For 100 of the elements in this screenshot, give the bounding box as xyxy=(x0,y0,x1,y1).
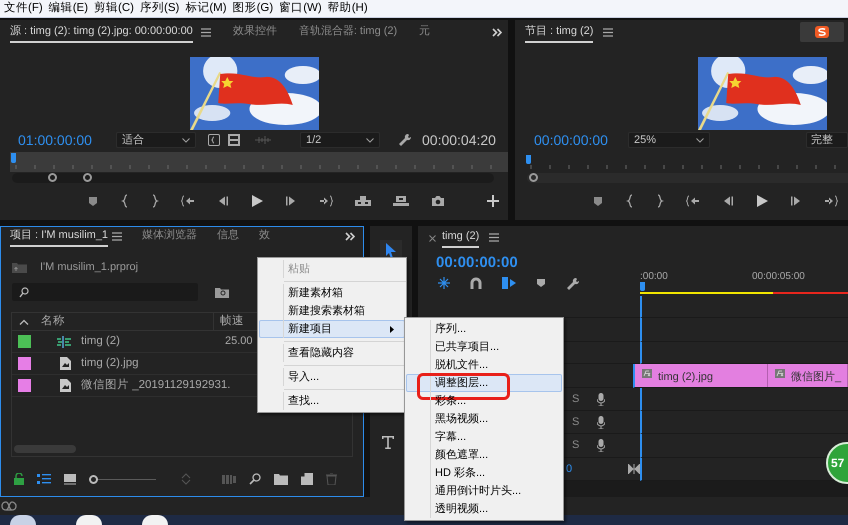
step-back-icon[interactable] xyxy=(217,195,229,207)
menu-item[interactable]: 新建素材箱 xyxy=(259,284,405,302)
menu-icon[interactable] xyxy=(200,28,211,37)
menu-item[interactable]: 透明视频... xyxy=(406,500,562,518)
video-clip[interactable]: 微信图片_ xyxy=(768,364,848,387)
item-name[interactable]: 微信图片 _20191129192931. xyxy=(81,376,230,394)
column-header[interactable]: 帧速 xyxy=(213,312,244,330)
magnet-icon[interactable] xyxy=(470,277,482,289)
menu-item[interactable]: 黑场视频... xyxy=(406,410,562,428)
menu-item[interactable]: 字幕... xyxy=(406,428,562,446)
menu-item[interactable]: 编辑(E) xyxy=(46,0,92,18)
creative-cloud-icon[interactable] xyxy=(1,500,17,512)
slider-thumb[interactable] xyxy=(89,474,98,484)
play-icon[interactable] xyxy=(756,194,768,208)
go-to-in-icon[interactable] xyxy=(686,195,700,207)
menu-icon[interactable] xyxy=(603,28,614,37)
column-header[interactable]: 名称 xyxy=(41,312,213,330)
panel-tab[interactable]: 效果控件 xyxy=(232,22,277,43)
playhead[interactable] xyxy=(526,155,531,164)
panel-tab[interactable]: 信息 xyxy=(217,226,240,247)
microphone-icon[interactable] xyxy=(597,439,606,452)
menu-item[interactable]: 序列(S) xyxy=(137,0,182,18)
video-clip[interactable]: timg (2).jpg xyxy=(635,364,768,387)
panel-tab[interactable]: timg (2) xyxy=(442,228,480,248)
zoom-dropdown[interactable]: 25% xyxy=(628,132,710,148)
left-brace-icon[interactable] xyxy=(121,194,129,208)
menu-item[interactable]: 帮助(H) xyxy=(324,0,371,18)
new-item-icon[interactable] xyxy=(301,473,313,485)
panel-tab[interactable]: 项目 : I'M musilim_1 xyxy=(10,226,108,247)
fit-icon[interactable] xyxy=(628,464,640,474)
menu-item[interactable]: 文件(F) xyxy=(1,0,46,18)
trim-icon[interactable] xyxy=(208,134,220,146)
overwrite-icon[interactable] xyxy=(393,195,409,207)
wrench-icon[interactable] xyxy=(398,133,412,147)
menu-item[interactable]: 查看隐藏内容 xyxy=(259,344,405,362)
quality-dropdown[interactable]: 完整 xyxy=(806,132,848,148)
color-label[interactable] xyxy=(18,335,31,348)
timecode[interactable]: 00:00:00:00 xyxy=(534,130,610,150)
timecode[interactable]: 00:00:00:00 xyxy=(436,252,640,274)
panel-tab[interactable]: 媒体浏览器 xyxy=(142,226,198,247)
menu-item[interactable]: 已共享项目... xyxy=(406,338,562,356)
step-back-icon[interactable] xyxy=(722,195,734,207)
microphone-icon[interactable] xyxy=(597,416,606,428)
menu-item[interactable]: 序列... xyxy=(406,320,562,338)
insert-icon[interactable] xyxy=(355,195,371,207)
right-brace-icon[interactable] xyxy=(151,194,159,208)
menu-item[interactable]: 调整图层... xyxy=(406,374,562,392)
sparkle-icon[interactable] xyxy=(438,277,450,289)
marker-icon[interactable] xyxy=(592,195,604,207)
resolution-dropdown[interactable]: 1/2 xyxy=(300,132,380,148)
menu-item[interactable]: HD 彩条... xyxy=(406,464,562,482)
input-method-widget[interactable] xyxy=(800,22,844,42)
menu-item[interactable]: 通用倒计时片头... xyxy=(406,482,562,500)
new-search-bin-icon[interactable] xyxy=(215,286,229,298)
panel-tab[interactable]: 元 xyxy=(419,22,430,43)
scroll-handle[interactable] xyxy=(48,173,57,182)
solo-button[interactable]: S xyxy=(572,437,580,454)
item-name[interactable]: timg (2).jpg xyxy=(81,354,221,372)
marker-icon[interactable] xyxy=(87,195,99,207)
camera-icon[interactable] xyxy=(431,195,445,207)
linked-selection-icon[interactable] xyxy=(502,277,516,289)
taskbar-icon[interactable] xyxy=(76,515,102,525)
solo-button[interactable]: S xyxy=(572,414,580,430)
taskbar-icon[interactable] xyxy=(10,515,36,525)
menu-icon[interactable] xyxy=(112,232,122,241)
menu-item[interactable]: 查找... xyxy=(259,392,405,410)
plus-icon[interactable] xyxy=(487,195,499,207)
film-icon[interactable] xyxy=(228,134,240,146)
menu-item[interactable]: 窗口(W) xyxy=(276,0,325,18)
panel-tab[interactable]: 效 xyxy=(259,226,270,247)
zoom-scrollbar[interactable] xyxy=(527,173,848,183)
panel-tab[interactable]: 节目 : timg (2) xyxy=(525,22,594,43)
taskbar-icon[interactable] xyxy=(142,515,168,525)
panel-tab[interactable]: 音轨混合器: timg (2) xyxy=(298,22,398,43)
panel-tab[interactable]: 源 : timg (2): timg (2).jpg: 00:00:00:00 xyxy=(10,22,193,43)
item-name[interactable]: timg (2) xyxy=(81,332,221,350)
color-label[interactable] xyxy=(18,357,31,370)
wrench-icon[interactable] xyxy=(566,276,579,290)
menu-item[interactable]: 剪辑(C) xyxy=(91,0,137,18)
left-brace-icon[interactable] xyxy=(626,194,634,208)
zoom-slider[interactable] xyxy=(89,474,156,484)
chevrons-icon[interactable] xyxy=(345,232,355,241)
lock-icon[interactable] xyxy=(14,473,24,485)
type-tool-icon[interactable] xyxy=(381,435,395,449)
go-to-out-icon[interactable] xyxy=(824,195,838,207)
folder-icon[interactable] xyxy=(274,474,288,484)
timecode[interactable]: 01:00:00:00 xyxy=(18,130,108,150)
menu-item[interactable]: 颜色遮罩... xyxy=(406,446,562,464)
menu-item[interactable]: 导入... xyxy=(259,368,405,386)
menu-item[interactable]: 标记(M) xyxy=(182,0,230,18)
play-icon[interactable] xyxy=(251,194,263,208)
search-icon[interactable] xyxy=(249,473,261,485)
go-to-in-icon[interactable] xyxy=(181,195,195,207)
icon-view-icon[interactable] xyxy=(64,474,76,484)
step-forward-icon[interactable] xyxy=(790,195,802,207)
search-field[interactable] xyxy=(12,283,198,301)
scroll-handle[interactable] xyxy=(83,173,92,182)
menu-icon[interactable] xyxy=(489,233,500,242)
right-brace-icon[interactable] xyxy=(656,194,664,208)
go-to-out-icon[interactable] xyxy=(319,195,333,207)
